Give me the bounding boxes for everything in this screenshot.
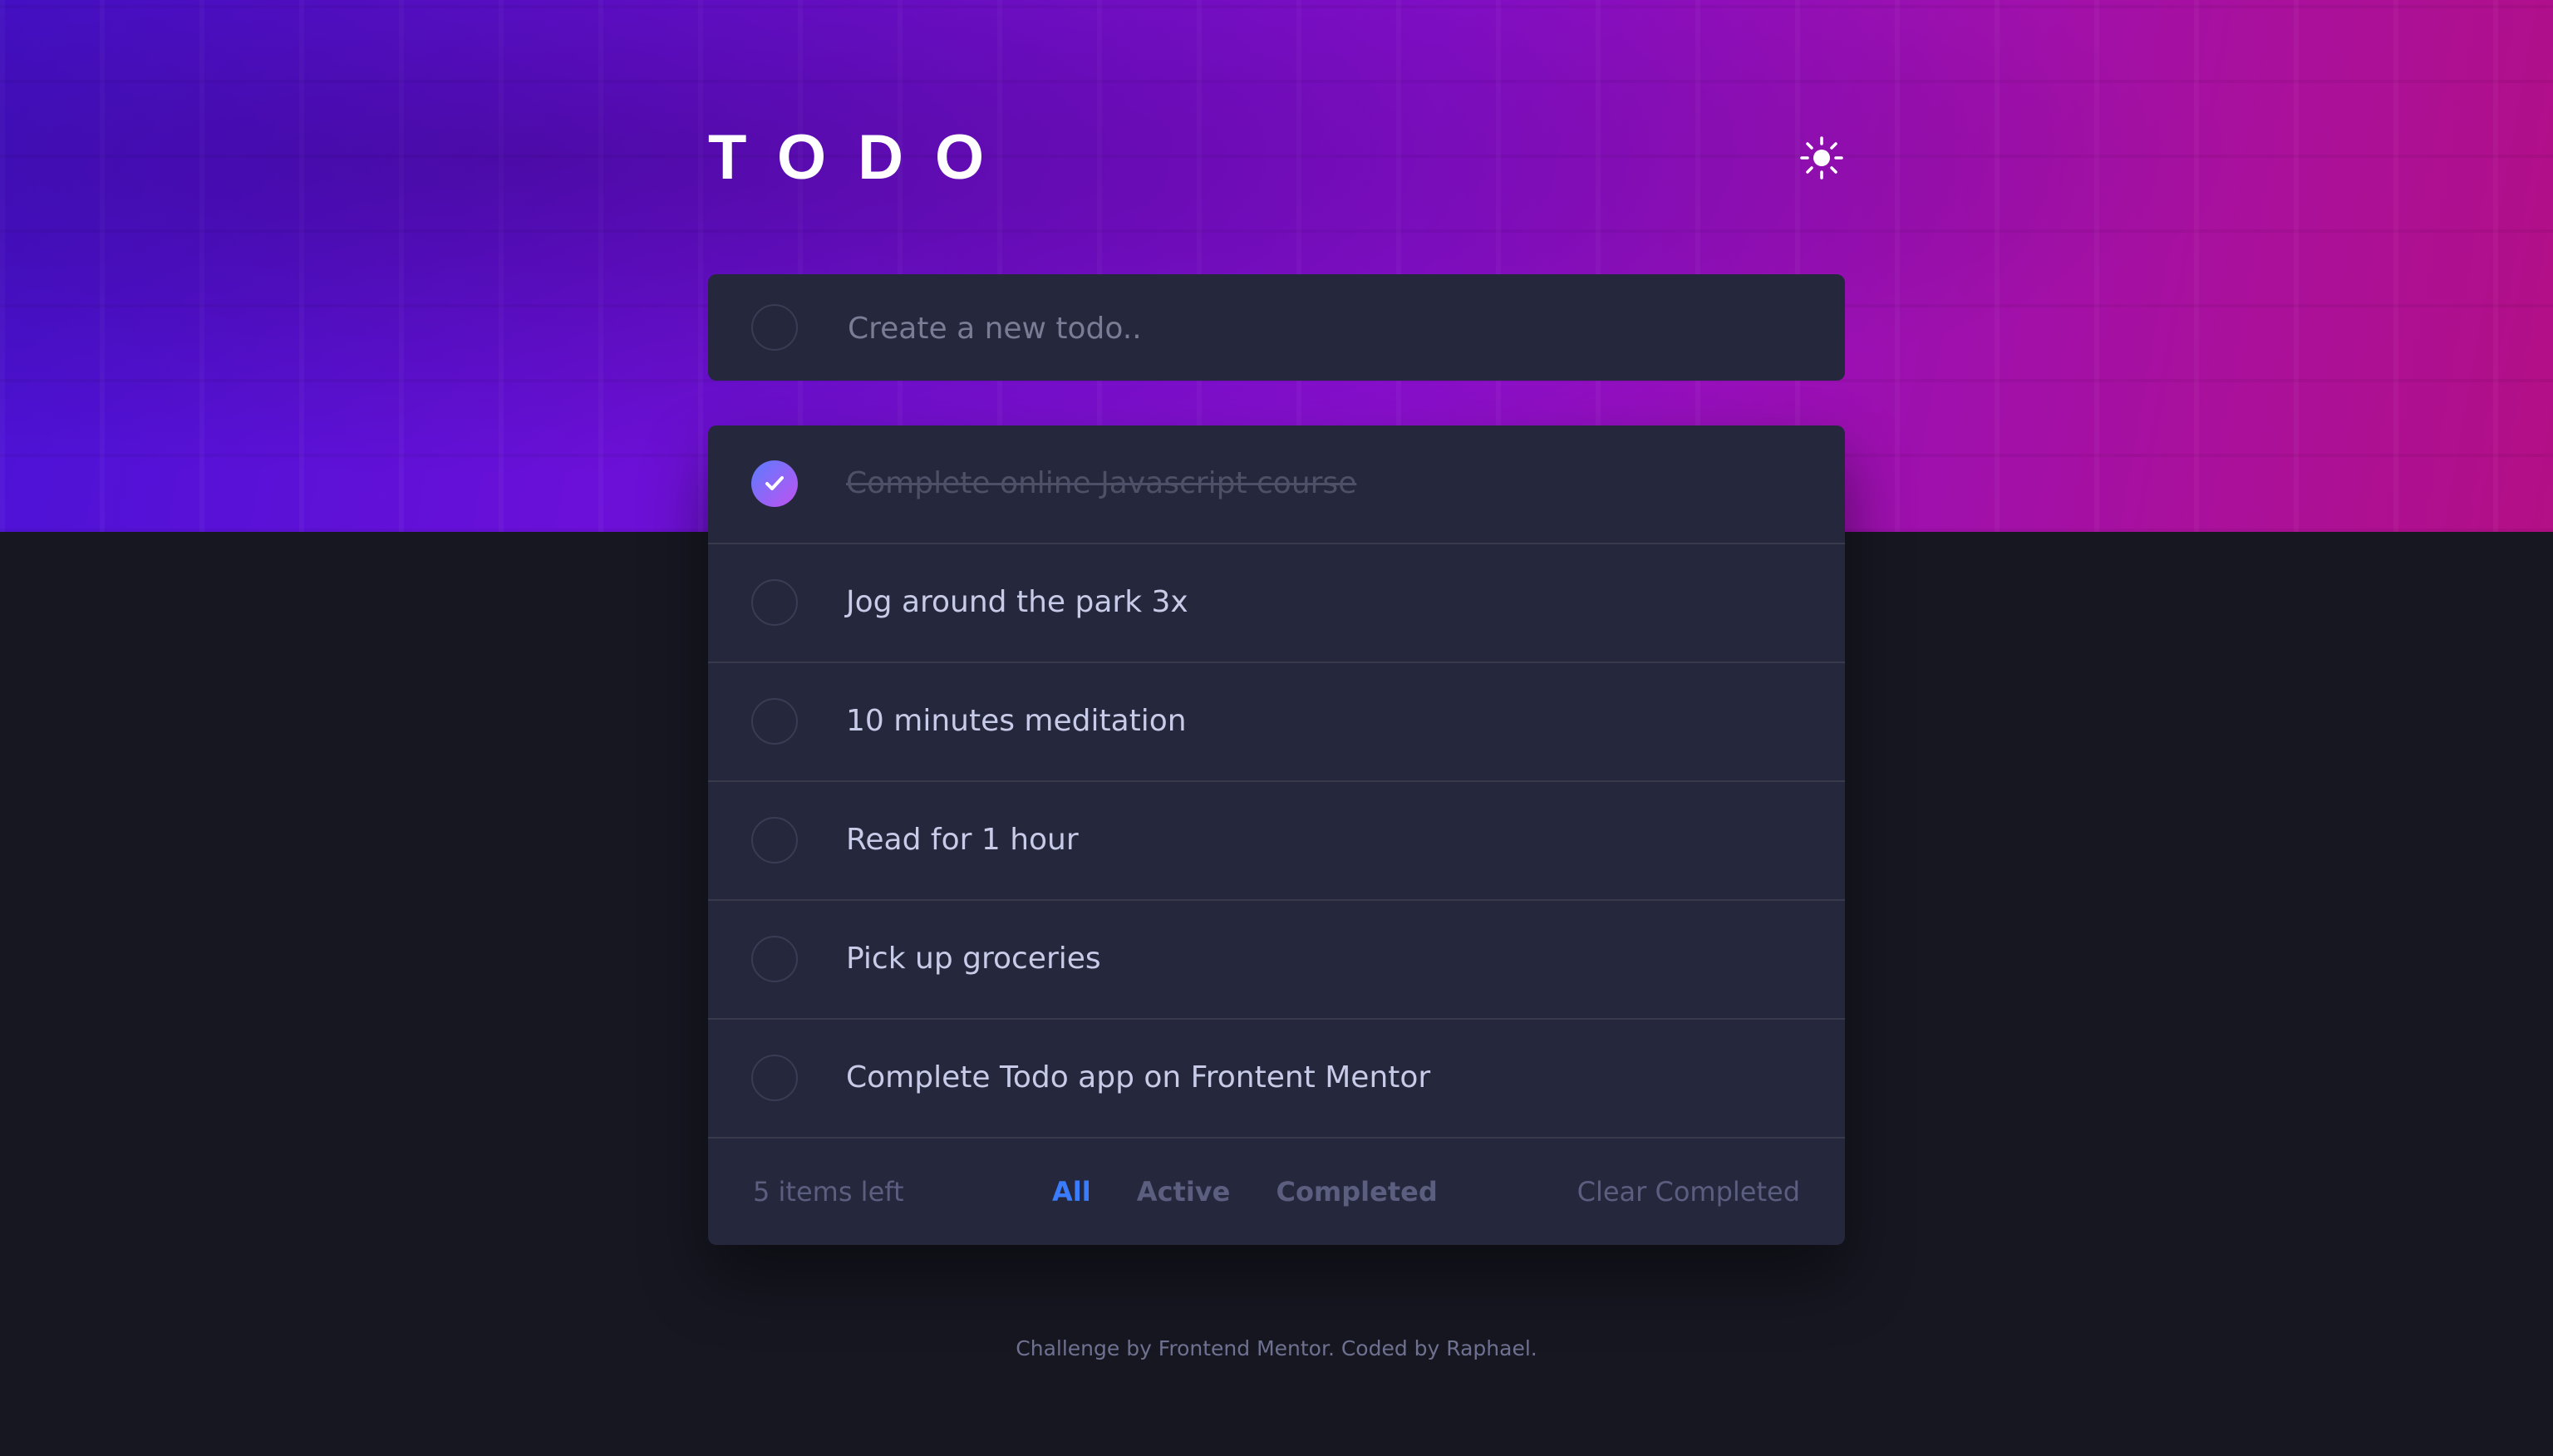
todo-text: Pick up groceries xyxy=(846,942,1101,976)
todo-checkbox[interactable] xyxy=(751,936,798,982)
todo-text: 10 minutes meditation xyxy=(846,704,1187,738)
filter-completed-button[interactable]: Completed xyxy=(1276,1139,1437,1245)
todo-item[interactable]: Pick up groceries xyxy=(708,901,1845,1020)
check-icon xyxy=(765,476,784,490)
todo-item[interactable]: Jog around the park 3x xyxy=(708,544,1845,663)
todo-checkbox[interactable] xyxy=(751,698,798,745)
clear-completed-button[interactable]: Clear Completed xyxy=(1577,1139,1800,1245)
todo-text: Complete online Javascript course xyxy=(846,466,1357,500)
todo-item[interactable]: 10 minutes meditation xyxy=(708,663,1845,782)
todo-footer: 5 items left All Active Completed Clear … xyxy=(708,1139,1845,1245)
sun-icon xyxy=(1798,136,1845,184)
todo-item[interactable]: Read for 1 hour xyxy=(708,782,1845,901)
todo-checkbox[interactable] xyxy=(751,1055,798,1101)
filter-active-button[interactable]: Active xyxy=(1137,1139,1231,1245)
todo-checkbox[interactable] xyxy=(751,579,798,626)
todo-item[interactable]: Complete Todo app on Frontent Mentor xyxy=(708,1020,1845,1139)
todo-checkbox[interactable] xyxy=(751,817,798,863)
items-left-count: 5 items left xyxy=(753,1176,904,1208)
todo-text: Jog around the park 3x xyxy=(846,585,1188,619)
todo-item[interactable]: Complete online Javascript course xyxy=(708,425,1845,544)
new-todo-input[interactable] xyxy=(846,274,1805,382)
filter-group: All Active Completed xyxy=(1052,1139,1479,1245)
todo-text: Read for 1 hour xyxy=(846,823,1079,857)
theme-toggle-button[interactable] xyxy=(1798,135,1845,181)
new-todo-check-circle[interactable] xyxy=(751,304,798,351)
new-todo-bar xyxy=(708,274,1845,382)
filter-all-button[interactable]: All xyxy=(1052,1139,1091,1245)
attribution-text: Challenge by Frontend Mentor. Coded by R… xyxy=(1016,1336,1537,1360)
todo-checkbox-checked[interactable] xyxy=(751,460,798,507)
todo-list: Complete online Javascript course Jog ar… xyxy=(708,425,1845,1245)
header: TODO xyxy=(708,125,1845,191)
app-title: TODO xyxy=(708,122,1016,193)
todo-text: Complete Todo app on Frontent Mentor xyxy=(846,1060,1431,1094)
